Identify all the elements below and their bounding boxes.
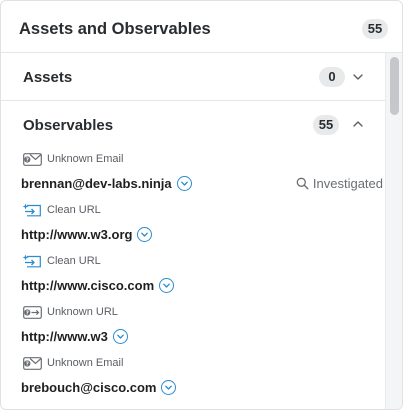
assets-count-badge: 0 xyxy=(319,67,345,87)
total-count-badge: 55 xyxy=(362,19,388,39)
observables-section-title: Observables xyxy=(23,117,114,134)
observable-value-row: http://www.w3 xyxy=(21,326,128,346)
observable-value[interactable]: brennan@dev-labs.ninja xyxy=(21,176,172,191)
chevron-down-icon xyxy=(180,181,188,186)
investigated-status: Investigated xyxy=(296,173,383,193)
observable-type-label: Clean URL xyxy=(47,204,101,216)
chevron-down-icon xyxy=(141,232,149,237)
chevron-up-icon[interactable] xyxy=(352,118,364,130)
observable-type: Clean URL xyxy=(23,253,101,269)
observable-value[interactable]: http://www.w3 xyxy=(21,329,108,344)
search-icon xyxy=(296,177,309,189)
panel-header: Assets and Observables 55 xyxy=(1,1,402,53)
observable-item: ? Unknown URL http://www.w3 xyxy=(1,304,386,356)
observable-type-label: Unknown Email xyxy=(47,153,124,165)
observable-type: ? Unknown Email xyxy=(23,355,123,371)
observable-item: Clean URL http://www.cisco.com xyxy=(1,253,386,305)
observable-value-row: brebouch@cisco.com xyxy=(21,377,177,397)
observable-menu-button[interactable] xyxy=(159,277,175,293)
unknown-url-icon: ? xyxy=(23,305,42,319)
observable-type-label: Unknown Email xyxy=(47,357,124,369)
observable-menu-button[interactable] xyxy=(112,328,128,344)
scrollbar-thumb[interactable] xyxy=(390,57,399,115)
observables-section-header[interactable]: Observables 55 xyxy=(1,101,386,149)
assets-section-header[interactable]: Assets 0 xyxy=(1,53,386,101)
observable-type-label: Clean URL xyxy=(47,255,101,267)
observable-type: ? Unknown URL xyxy=(23,304,118,320)
observable-menu-button[interactable] xyxy=(176,175,192,191)
unknown-email-icon: ? xyxy=(23,356,42,370)
unknown-email-icon: ? xyxy=(23,152,42,166)
chevron-down-icon xyxy=(117,334,124,339)
svg-text:?: ? xyxy=(26,310,29,316)
svg-text:?: ? xyxy=(26,157,29,163)
panel-scroll-area[interactable]: Assets 0 Observables 55 ? Unknown Email … xyxy=(1,53,402,409)
svg-text:?: ? xyxy=(26,361,29,367)
chevron-down-icon[interactable] xyxy=(352,71,364,83)
chevron-down-icon xyxy=(163,283,171,288)
observable-value[interactable]: brebouch@cisco.com xyxy=(21,380,156,395)
investigated-label: Investigated xyxy=(312,175,383,191)
observable-item: ? Unknown Email brennan@dev-labs.ninja I… xyxy=(1,151,386,203)
observable-item: ? Unknown Email brebouch@cisco.com xyxy=(1,355,386,407)
observable-menu-button[interactable] xyxy=(161,379,177,395)
observable-menu-button[interactable] xyxy=(137,226,153,242)
observables-count-badge: 55 xyxy=(313,115,339,135)
assets-section-title: Assets xyxy=(23,69,73,86)
panel-title: Assets and Observables xyxy=(19,20,211,38)
chevron-down-icon xyxy=(165,385,173,390)
observable-type-label: Unknown URL xyxy=(47,306,118,318)
observable-value-row: http://www.w3.org xyxy=(21,224,153,244)
observable-value[interactable]: http://www.w3.org xyxy=(21,227,132,242)
clean-url-icon xyxy=(23,254,41,268)
observable-value[interactable]: http://www.cisco.com xyxy=(21,278,154,293)
observable-value-row: http://www.cisco.com xyxy=(21,275,175,295)
assets-observables-panel: Assets and Observables 55 Assets 0 Obser… xyxy=(0,0,403,410)
clean-url-icon xyxy=(23,203,41,217)
observable-value-row: brennan@dev-labs.ninja xyxy=(21,173,192,193)
observable-type: Clean URL xyxy=(23,202,101,218)
observable-type: ? Unknown Email xyxy=(23,151,123,167)
observable-item: Clean URL http://www.w3.org xyxy=(1,202,386,254)
